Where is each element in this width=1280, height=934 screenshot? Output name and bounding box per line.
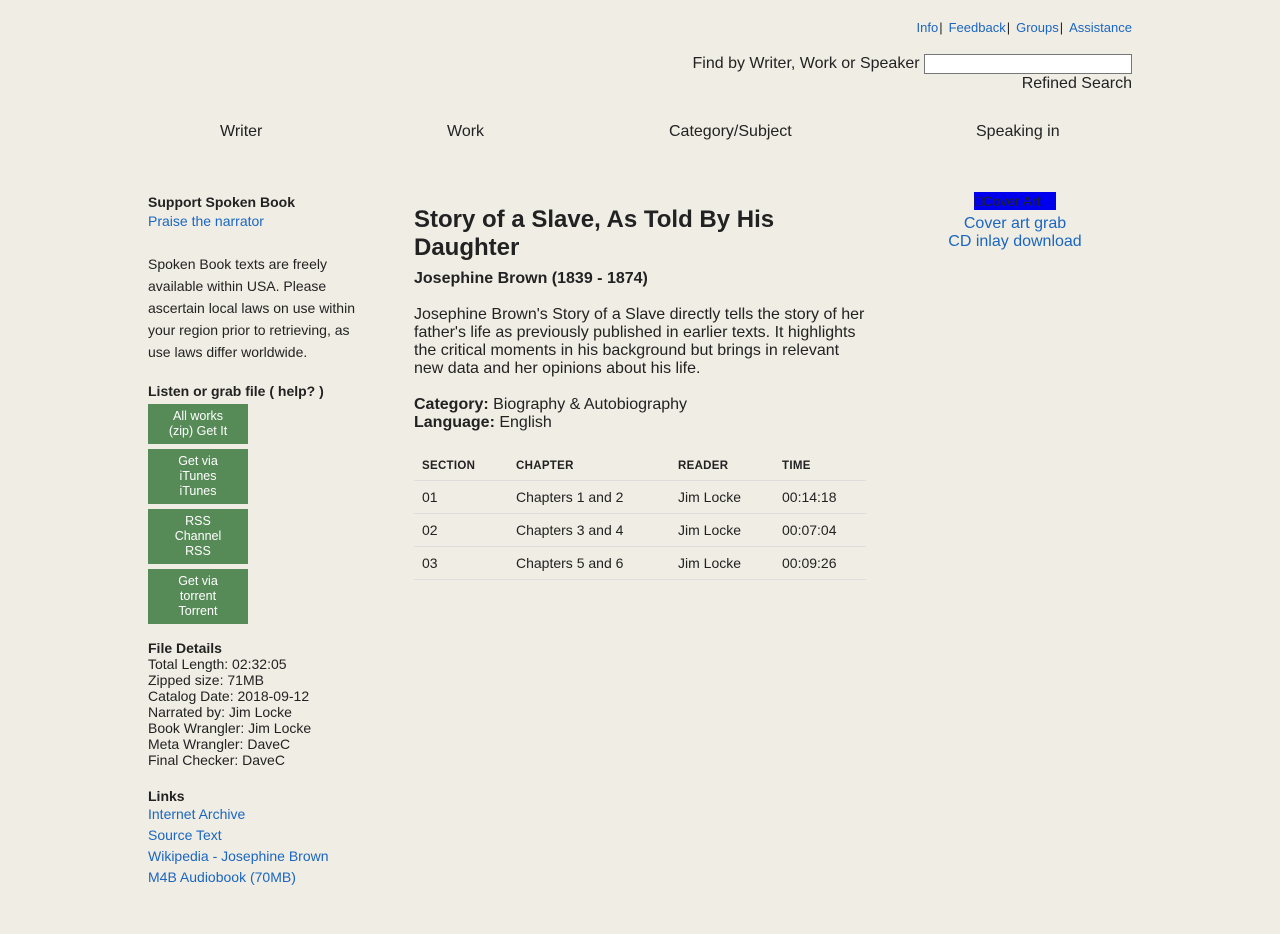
language-line: Language: English	[414, 414, 866, 432]
file-details-heading: File Details	[148, 640, 222, 656]
language-label: Language:	[414, 414, 495, 431]
nav-writer[interactable]: Writer	[220, 123, 262, 141]
catalog-date: Catalog Date: 2018-09-12	[148, 688, 310, 704]
praise-narrator-link[interactable]: Praise the narrator	[148, 213, 368, 229]
book-main: Story of a Slave, As Told By His Daughte…	[414, 206, 866, 580]
chapter-cell[interactable]: Chapters 3 and 4	[508, 513, 670, 547]
links-list: Internet Archive Source Text Wikipedia -…	[148, 804, 368, 888]
nav-work[interactable]: Work	[447, 123, 484, 141]
time-cell: 00:14:18	[774, 480, 866, 514]
chapter-cell[interactable]: Chapters 5 and 6	[508, 546, 670, 580]
narrated-by: Narrated by: Jim Locke	[148, 704, 292, 720]
torrent-button[interactable]: Get via torrent Torrent	[148, 569, 248, 624]
top-links: Info| Feedback| Groups| Assistance	[917, 20, 1132, 35]
nav-category[interactable]: Category/Subject	[669, 123, 792, 141]
reader-cell: Jim Locke	[670, 480, 774, 514]
m4b-audiobook-link[interactable]: M4B Audiobook (70MB)	[148, 867, 368, 888]
reader-cell: Jim Locke	[670, 546, 774, 580]
reader-cell: Jim Locke	[670, 513, 774, 547]
file-details: Total Length: 02:32:05 Zipped size: 71MB…	[148, 656, 368, 768]
final-checker: Final Checker: DaveC	[148, 752, 285, 768]
section-cell: 02	[414, 513, 508, 547]
refined-search-link[interactable]: Refined Search	[693, 74, 1132, 94]
support-text: Spoken Book texts are freely available w…	[148, 256, 355, 360]
cd-inlay-download-link[interactable]: CD inlay download	[948, 233, 1081, 250]
language-value: English	[499, 414, 552, 431]
itunes-button[interactable]: Get via iTunes iTunes	[148, 449, 248, 504]
groups-link[interactable]: Groups	[1016, 20, 1059, 35]
rss-button[interactable]: RSS Channel RSS	[148, 509, 248, 564]
cover-alt-text: Cover Art	[982, 193, 1041, 209]
total-length: Total Length: 02:32:05	[148, 656, 287, 672]
time-cell: 00:07:04	[774, 513, 866, 547]
book-author: Josephine Brown (1839 - 1874)	[414, 270, 648, 287]
wikipedia-link[interactable]: Wikipedia - Josephine Brown	[148, 846, 368, 867]
table-row: 01 Chapters 1 and 2 Jim Locke 00:14:18	[414, 480, 866, 514]
book-description: Josephine Brown's Story of a Slave direc…	[414, 306, 865, 377]
search-area: Find by Writer, Work or Speaker Refined …	[692, 54, 1132, 94]
download-zip-button[interactable]: All works (zip) Get It	[148, 404, 248, 444]
separator: |	[1006, 20, 1011, 35]
category-line: Category: Biography & Autobiography	[414, 396, 866, 414]
header-time: TIME	[774, 452, 866, 481]
header-chapter: CHAPTER	[508, 452, 670, 481]
cover-area: □Cover Art Cover art grab CD inlay downl…	[880, 192, 1150, 251]
meta-wrangler: Meta Wrangler: DaveC	[148, 736, 291, 752]
separator: |	[1059, 20, 1064, 35]
table-row: 03 Chapters 5 and 6 Jim Locke 00:09:26	[414, 546, 866, 580]
category-label: Category:	[414, 396, 489, 413]
book-wrangler: Book Wrangler: Jim Locke	[148, 720, 312, 736]
time-cell: 00:09:26	[774, 546, 866, 580]
assistance-link[interactable]: Assistance	[1069, 20, 1132, 35]
sidebar: Support Spoken Book Praise the narrator …	[148, 194, 368, 888]
zipped-size: Zipped size: 71MB	[148, 672, 264, 688]
search-input[interactable]	[924, 54, 1132, 74]
info-link[interactable]: Info	[917, 20, 939, 35]
chapter-cell[interactable]: Chapters 1 and 2	[508, 480, 670, 514]
header-section: SECTION	[414, 452, 508, 481]
separator: |	[939, 20, 943, 35]
header-reader: READER	[670, 452, 774, 481]
listen-heading: Listen or grab file ( help? )	[148, 383, 324, 399]
source-text-link[interactable]: Source Text	[148, 825, 368, 846]
support-heading: Support Spoken Book	[148, 194, 295, 210]
book-title: Story of a Slave, As Told By His Daughte…	[414, 206, 775, 261]
nav-speaking-in[interactable]: Speaking in	[976, 123, 1060, 141]
section-cell: 01	[414, 480, 508, 514]
section-cell: 03	[414, 546, 508, 580]
cover-art-grab-link[interactable]: Cover art grab	[964, 215, 1066, 232]
cover-art-image[interactable]: □Cover Art	[974, 192, 1056, 210]
search-label: Find by Writer, Work or Speaker	[692, 55, 920, 73]
category-value: Biography & Autobiography	[493, 396, 688, 413]
feedback-link[interactable]: Feedback	[949, 20, 1006, 35]
sections-table: SECTION CHAPTER READER TIME 01 Chapters …	[414, 452, 866, 580]
table-row: 02 Chapters 3 and 4 Jim Locke 00:07:04	[414, 513, 866, 547]
internet-archive-link[interactable]: Internet Archive	[148, 804, 368, 825]
links-heading: Links	[148, 788, 185, 804]
table-header-row: SECTION CHAPTER READER TIME	[414, 452, 866, 481]
